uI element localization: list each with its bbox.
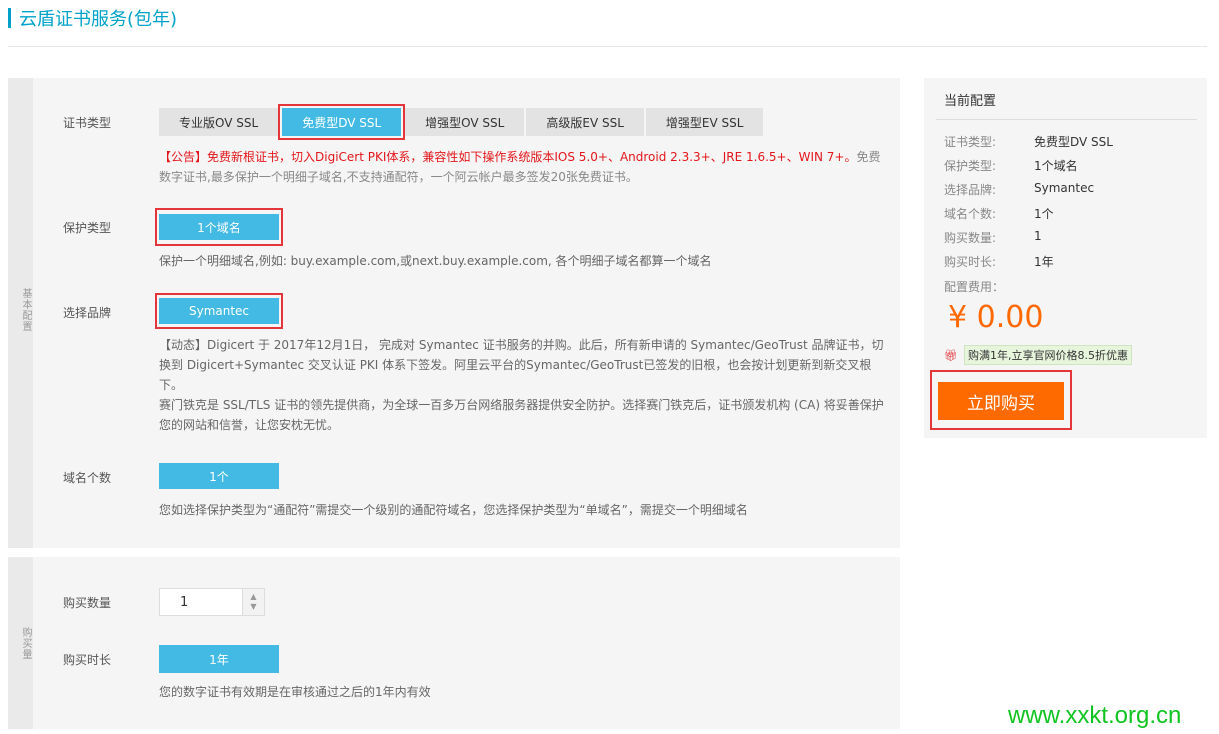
domain-count-label: 域名个数	[63, 471, 112, 485]
quantity-stepper[interactable]: 1 ▲ ▼	[159, 588, 265, 616]
config-value: 1个	[1034, 207, 1054, 221]
protect-type-one-domain-button[interactable]: 1个域名	[159, 214, 279, 240]
notice-announcement: 【公告】免费新根证书，切入DigiCert PKI体系，兼容性如下操作系统版本I…	[159, 150, 857, 164]
config-row: 购买数量: 1	[944, 229, 1042, 246]
watermark: www.xxkt.org.cn	[1008, 702, 1182, 729]
cert-type-tabs: 专业版OV SSL 免费型DV SSL 增强型OV SSL 高级版EV SSL …	[159, 104, 764, 140]
fee-label: 配置费用：	[944, 280, 1005, 294]
chevron-down-icon[interactable]: ▼	[250, 602, 256, 612]
config-row: 选择品牌: Symantec	[944, 181, 1094, 198]
current-config-divider	[936, 119, 1197, 120]
brand-news: 【动态】Digicert 于 2017年12月1日， 完成对 Symantec …	[159, 338, 884, 392]
config-value: 1年	[1034, 255, 1054, 269]
current-config-title: 当前配置	[944, 94, 997, 109]
promo-tag: 购满1年,立享官网价格8.5折优惠	[963, 345, 1132, 365]
config-key: 购买时长:	[944, 255, 997, 269]
domain-count-desc: 您如选择保护类型为“通配符”需提交一个级别的通配符域名，您选择保护类型为“单域名…	[159, 503, 748, 517]
purchase-side-label: 购买量	[20, 627, 31, 660]
config-row: 证书类型: 免费型DV SSL	[944, 133, 1113, 150]
chevron-up-icon[interactable]: ▲	[250, 592, 256, 602]
current-config-panel: 当前配置 证书类型: 免费型DV SSL 保护类型: 1个域名 选择品牌: Sy…	[924, 78, 1207, 438]
brand-intro: 赛门铁克是 SSL/TLS 证书的领先提供商，为全球一百多万台网络服务器提供安全…	[159, 398, 884, 432]
quantity-value[interactable]: 1	[160, 595, 242, 610]
config-key: 保护类型:	[944, 159, 997, 173]
cert-type-label: 证书类型	[63, 116, 112, 130]
config-row: 保护类型: 1个域名	[944, 157, 1078, 174]
config-key: 购买数量:	[944, 231, 997, 245]
purchase-side: 购买量	[8, 557, 33, 729]
purchase-section: 购买量 购买数量 1 ▲ ▼ 购买时长 1年 您的数字证书有效期是在审核通过之后…	[8, 557, 900, 729]
purchase-content: 购买数量 1 ▲ ▼ 购买时长 1年 您的数字证书有效期是在审核通过之后的1年内…	[33, 557, 900, 729]
config-key: 证书类型:	[944, 135, 997, 149]
config-key: 选择品牌:	[944, 183, 997, 197]
tab-free-dv-ssl[interactable]: 免费型DV SSL	[278, 104, 406, 140]
config-key: 域名个数:	[944, 207, 997, 221]
quantity-spinner[interactable]: ▲ ▼	[242, 589, 264, 615]
buy-now-button[interactable]: 立即购买	[938, 382, 1064, 420]
config-row: 域名个数: 1个	[944, 205, 1054, 222]
config-row: 购买时长: 1年	[944, 253, 1054, 270]
quantity-label: 购买数量	[63, 596, 112, 610]
basic-config-section: 基本配置 证书类型 专业版OV SSL 免费型DV SSL 增强型OV SSL …	[8, 78, 900, 548]
gift-icon: 🎁︎	[944, 348, 958, 362]
tab-advanced-ev-ssl[interactable]: 高级版EV SSL	[526, 108, 644, 136]
duration-label: 购买时长	[63, 653, 112, 667]
header-divider	[8, 46, 1207, 47]
cert-type-notice: 【公告】免费新根证书，切入DigiCert PKI体系，兼容性如下操作系统版本I…	[159, 147, 889, 187]
tab-enhanced-ov-ssl[interactable]: 增强型OV SSL	[405, 108, 525, 136]
config-value: 免费型DV SSL	[1034, 135, 1113, 149]
config-value: Symantec	[1034, 181, 1095, 195]
duration-desc: 您的数字证书有效期是在审核通过之后的1年内有效	[159, 685, 431, 699]
tab-pro-ov-ssl[interactable]: 专业版OV SSL	[159, 108, 279, 136]
tab-enhanced-ev-ssl[interactable]: 增强型EV SSL	[645, 108, 764, 136]
duration-one-year-button[interactable]: 1年	[159, 645, 279, 673]
basic-config-content: 证书类型 专业版OV SSL 免费型DV SSL 增强型OV SSL 高级版EV…	[33, 78, 900, 548]
page-header: 云盾证书服务(包年)	[8, 6, 177, 30]
brand-label: 选择品牌	[63, 306, 112, 320]
protect-type-label: 保护类型	[63, 221, 112, 235]
basic-config-side-label: 基本配置	[20, 288, 31, 332]
config-value: 1个域名	[1034, 159, 1078, 173]
protect-type-desc: 保护一个明细域名,例如: buy.example.com,或next.buy.e…	[159, 254, 712, 268]
promo: 🎁︎ 购满1年,立享官网价格8.5折优惠	[944, 345, 1132, 365]
price-value: ¥ 0.00	[948, 300, 1044, 335]
config-value: 1	[1034, 229, 1042, 243]
brand-symantec-button[interactable]: Symantec	[159, 298, 279, 324]
domain-count-button[interactable]: 1个	[159, 463, 279, 489]
basic-config-side: 基本配置	[8, 78, 33, 548]
brand-desc: 【动态】Digicert 于 2017年12月1日， 完成对 Symantec …	[159, 335, 889, 435]
page-title: 云盾证书服务(包年)	[19, 9, 178, 30]
title-accent-bar	[8, 8, 11, 28]
